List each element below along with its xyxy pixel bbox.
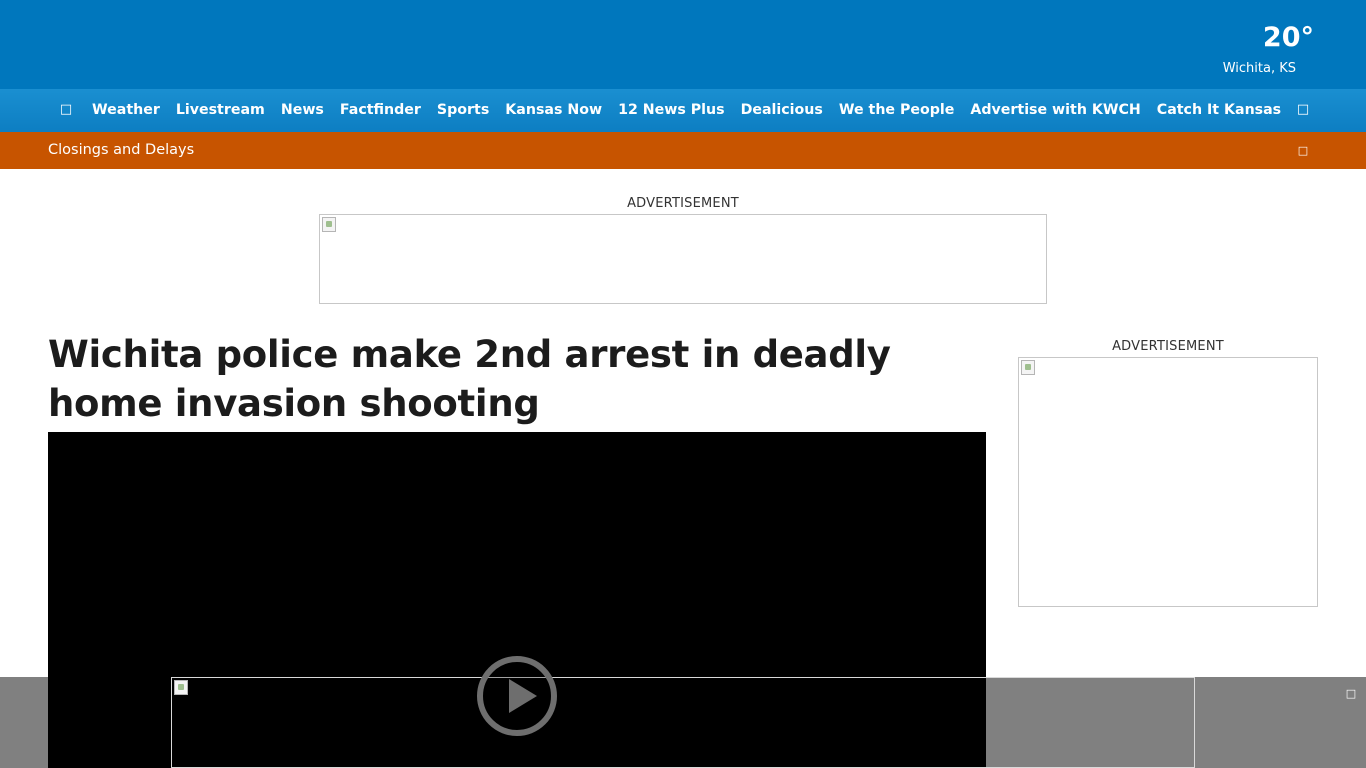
sidebar-ad-slot[interactable]	[1018, 357, 1318, 607]
play-icon[interactable]	[477, 656, 557, 736]
sticky-ad-bar: □	[0, 677, 1366, 768]
top-ad-slot[interactable]	[319, 214, 1047, 304]
close-icon[interactable]: □	[1344, 686, 1358, 702]
broken-image-icon	[1021, 360, 1035, 375]
nav-item-we-the-people[interactable]: We the People	[831, 89, 963, 132]
close-icon[interactable]: □	[1295, 142, 1311, 159]
closings-bar[interactable]: Closings and Delays □	[0, 132, 1366, 169]
weather-location: Wichita, KS	[1222, 61, 1296, 76]
weather-temperature: 20°	[1262, 22, 1314, 53]
weather-widget[interactable]: 20° Wichita, KS	[1206, 20, 1316, 80]
sidebar-ad-label: ADVERTISEMENT	[1112, 339, 1224, 354]
top-ad-label: ADVERTISEMENT	[627, 196, 739, 211]
menu-icon[interactable]: □	[1295, 101, 1311, 119]
nav-item-news[interactable]: News	[273, 89, 332, 132]
main-nav: □ Weather Livestream News Factfinder Spo…	[0, 89, 1366, 132]
nav-item-kansas-now[interactable]: Kansas Now	[497, 89, 610, 132]
sticky-ad-slot[interactable]	[171, 677, 1195, 768]
nav-item-12-news-plus[interactable]: 12 News Plus	[610, 89, 732, 132]
article-headline: Wichita police make 2nd arrest in deadly…	[48, 333, 891, 425]
nav-item-advertise[interactable]: Advertise with KWCH	[962, 89, 1148, 132]
broken-image-icon	[322, 217, 336, 232]
nav-item-catch-it-kansas[interactable]: Catch It Kansas	[1149, 89, 1289, 132]
nav-items: Weather Livestream News Factfinder Sport…	[84, 89, 1289, 132]
nav-item-dealicious[interactable]: Dealicious	[733, 89, 831, 132]
video-player-lower-edge	[48, 677, 171, 768]
nav-item-sports[interactable]: Sports	[429, 89, 497, 132]
nav-item-factfinder[interactable]: Factfinder	[332, 89, 429, 132]
nav-item-weather[interactable]: Weather	[84, 89, 168, 132]
nav-item-livestream[interactable]: Livestream	[168, 89, 273, 132]
broken-image-icon	[174, 680, 188, 695]
closings-link[interactable]: Closings and Delays	[48, 132, 194, 169]
site-header: 20° Wichita, KS	[0, 0, 1366, 89]
home-icon[interactable]: □	[58, 101, 74, 119]
play-triangle	[509, 679, 537, 713]
